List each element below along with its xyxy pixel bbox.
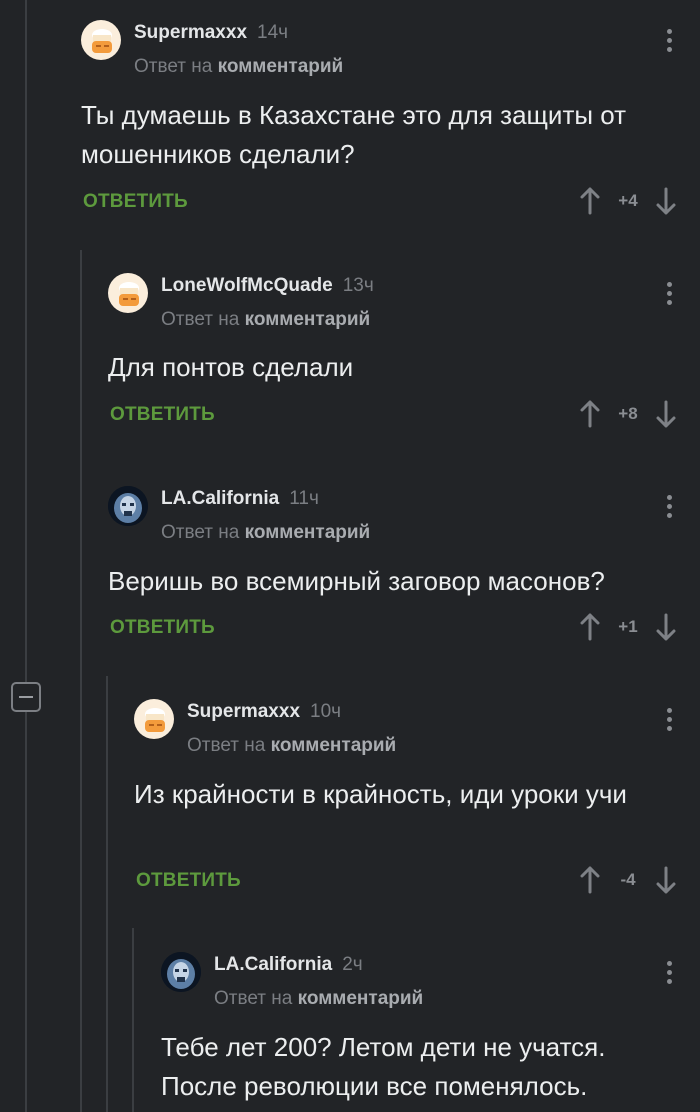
chef-avatar-icon (92, 29, 112, 53)
thread-line[interactable] (25, 712, 27, 1112)
vote-score: +4 (618, 191, 638, 210)
vote-controls: -4 (578, 864, 678, 896)
vote-score: +8 (618, 404, 638, 423)
robot-avatar-icon (161, 952, 201, 992)
comment-thread: Supermaxxx 14ч Ответ на комментарий Ты ду… (0, 0, 700, 1112)
downvote-arrow-icon[interactable] (654, 185, 678, 217)
downvote-arrow-icon[interactable] (654, 611, 678, 643)
chef-avatar-icon (119, 282, 139, 306)
more-options-icon[interactable] (662, 708, 676, 736)
comment-text: Тебе лет 200? Летом дети не учатся. Посл… (161, 1032, 606, 1101)
comment-author[interactable]: LA.California 11ч (161, 488, 319, 510)
comment-time: 13ч (342, 275, 374, 296)
comment: LA.California 11ч Ответ на комментарий Ве… (108, 486, 700, 651)
reply-to-line: Ответ на комментарий (134, 56, 344, 77)
comment-text: Для понтов сделали (108, 352, 354, 382)
comment: LA.California 2ч Ответ на комментарий Теб… (161, 952, 700, 1112)
downvote-arrow-icon[interactable] (654, 864, 678, 896)
comment-text: Веришь во всемирный заговор масонов? (108, 566, 605, 596)
reply-to-line: Ответ на комментарий (214, 988, 424, 1009)
parent-comment-link[interactable]: комментарий (298, 988, 424, 1009)
reply-to-line: Ответ на комментарий (187, 735, 397, 756)
collapse-thread-button[interactable] (11, 682, 41, 712)
avatar[interactable] (108, 273, 148, 313)
reply-button[interactable]: ОТВЕТИТЬ (110, 617, 215, 639)
comment-time: 11ч (289, 488, 319, 509)
vote-score: -4 (620, 870, 636, 889)
comment-time: 10ч (310, 701, 342, 722)
upvote-arrow-icon[interactable] (578, 864, 602, 896)
vote-controls: +4 (578, 185, 678, 217)
parent-comment-link[interactable]: комментарий (245, 309, 371, 330)
chef-avatar-icon (145, 708, 165, 732)
comment-author[interactable]: Supermaxxx 14ч (134, 22, 288, 44)
thread-line[interactable] (25, 0, 27, 682)
reply-to-line: Ответ на комментарий (161, 309, 371, 330)
parent-comment-link[interactable]: комментарий (245, 522, 371, 543)
vote-controls: +1 (578, 611, 678, 643)
downvote-arrow-icon[interactable] (654, 398, 678, 430)
comment-text: Ты думаешь в Казахстане это для защиты о… (81, 100, 627, 169)
comment-time: 2ч (342, 954, 363, 975)
avatar[interactable] (108, 486, 148, 526)
vote-controls: +8 (578, 398, 678, 430)
parent-comment-link[interactable]: комментарий (271, 735, 397, 756)
thread-line[interactable] (132, 928, 134, 1112)
reply-to-line: Ответ на комментарий (161, 522, 371, 543)
vote-score: +1 (618, 617, 638, 636)
comment-author[interactable]: LA.California 2ч (214, 954, 363, 976)
more-options-icon[interactable] (662, 282, 676, 310)
reply-button[interactable]: ОТВЕТИТЬ (83, 191, 188, 213)
thread-line[interactable] (80, 250, 82, 1112)
thread-line[interactable] (106, 676, 108, 1112)
comment: LoneWolfMcQuade 13ч Ответ на комментарий … (108, 273, 700, 438)
comment: Supermaxxx 10ч Ответ на комментарий Из кр… (134, 699, 700, 904)
comment-author[interactable]: Supermaxxx 10ч (187, 701, 341, 723)
avatar[interactable] (134, 699, 174, 739)
reply-button[interactable]: ОТВЕТИТЬ (136, 870, 241, 892)
comment-text: Из крайности в крайность, иди уроки учи (134, 779, 627, 809)
parent-comment-link[interactable]: комментарий (218, 56, 344, 77)
comment: Supermaxxx 14ч Ответ на комментарий Ты ду… (81, 20, 700, 220)
more-options-icon[interactable] (662, 29, 676, 57)
upvote-arrow-icon[interactable] (578, 398, 602, 430)
avatar[interactable] (161, 952, 201, 992)
upvote-arrow-icon[interactable] (578, 185, 602, 217)
more-options-icon[interactable] (662, 495, 676, 523)
upvote-arrow-icon[interactable] (578, 611, 602, 643)
more-options-icon[interactable] (662, 961, 676, 989)
comment-time: 14ч (257, 22, 289, 43)
avatar[interactable] (81, 20, 121, 60)
reply-button[interactable]: ОТВЕТИТЬ (110, 404, 215, 426)
robot-avatar-icon (108, 486, 148, 526)
comment-author[interactable]: LoneWolfMcQuade 13ч (161, 275, 374, 297)
